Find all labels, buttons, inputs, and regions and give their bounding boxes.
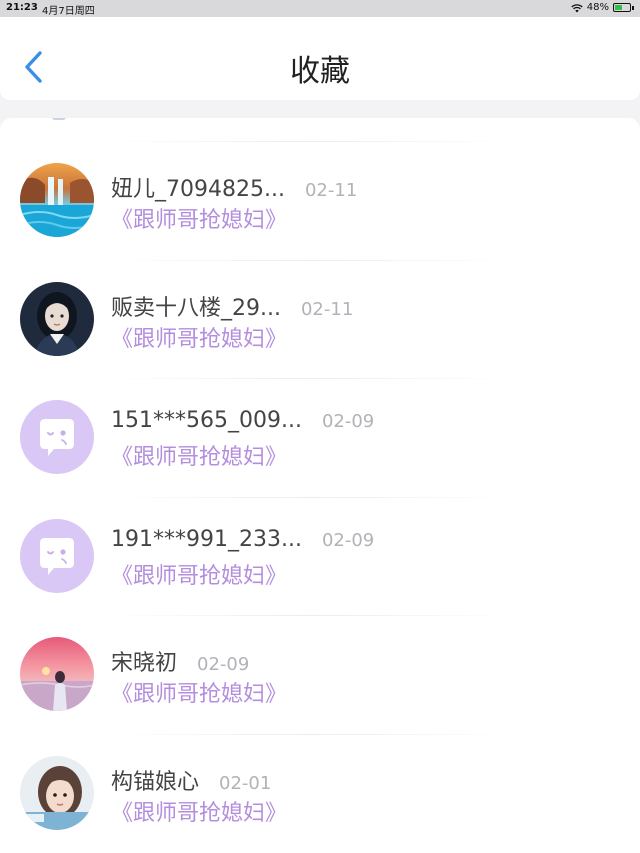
status-date: 4月7日周四 (42, 6, 95, 17)
page-title: 收藏 (290, 54, 350, 89)
book-title-link[interactable]: 《跟师哥抢媳妇》 (111, 439, 287, 471)
favorite-date: 02-09 (321, 411, 375, 432)
favorite-date: 02-01 (219, 772, 272, 794)
book-title-link[interactable]: 《跟师哥抢媳妇》 (111, 202, 287, 234)
user-name: 妞儿_7094825... (111, 177, 285, 202)
item-divider (110, 378, 510, 379)
favorite-list-item[interactable]: 191***991_233... 02-09 《跟师哥抢媳妇》 (0, 474, 640, 593)
user-name: 宋晓初 (111, 651, 178, 676)
favorite-date: 02-11 (304, 180, 358, 201)
avatar[interactable] (20, 281, 94, 356)
navigation-bar: 收藏 (0, 17, 640, 100)
user-name: 191***991_233... (111, 526, 302, 552)
favorite-list-item[interactable]: 构锚娘心 02-01 《跟师哥抢媳妇》 (0, 711, 640, 830)
favorite-list-item[interactable]: 宋晓初 02-09 《跟师哥抢媳妇》 (0, 592, 640, 711)
favorite-date: 02-11 (300, 298, 354, 320)
battery-cap (632, 5, 634, 10)
avatar[interactable] (20, 518, 94, 593)
user-name: 151***565_009... (111, 408, 302, 433)
favorites-list: 妞儿_7094825... 02-11 《跟师哥抢媳妇》 贩卖十八楼_29... 02… (0, 118, 640, 853)
name-row: 妞儿_7094825... 02-11 (111, 171, 357, 203)
avatar[interactable] (20, 755, 94, 830)
favorite-date: 02-09 (197, 654, 250, 675)
user-name: 贩卖十八楼_29... (111, 295, 281, 321)
avatar[interactable] (20, 400, 94, 474)
item-divider (110, 259, 510, 261)
status-indicators: 48% (571, 2, 634, 13)
book-title-link[interactable]: 《跟师哥抢媳妇》 (111, 676, 287, 708)
book-title-link[interactable]: 《跟师哥抢媳妇》 (111, 795, 287, 827)
avatar[interactable] (20, 637, 94, 711)
item-divider (110, 733, 510, 735)
avatar[interactable] (20, 163, 94, 237)
battery-charging-icon (613, 3, 631, 12)
favorite-list-item[interactable]: 151***565_009... 02-09 《跟师哥抢媳妇》 (0, 355, 640, 474)
name-row: 宋晓初 02-09 (111, 645, 249, 677)
book-title-link[interactable]: 《跟师哥抢媳妇》 (111, 558, 287, 590)
item-divider (110, 615, 510, 616)
battery-percent: 48% (586, 2, 609, 13)
name-row: 构锚娘心 02-01 (111, 764, 271, 796)
favorite-date: 02-09 (321, 529, 375, 551)
book-title-link[interactable]: 《跟师哥抢媳妇》 (111, 321, 287, 353)
name-row: 151***565_009... 02-09 (111, 408, 374, 433)
user-name: 构锚娘心 (111, 769, 200, 795)
name-row: 贩卖十八楼_29... 02-11 (111, 290, 353, 322)
item-divider (110, 496, 510, 498)
wifi-icon (571, 3, 583, 12)
favorite-list-item[interactable]: 妞儿_7094825... 02-11 《跟师哥抢媳妇》 (0, 118, 640, 237)
status-bar: 21:23 4月7日周四 48% (0, 0, 640, 17)
status-time: 21:23 (6, 2, 38, 13)
favorite-list-item[interactable]: 贩卖十八楼_29... 02-11 《跟师哥抢媳妇》 (0, 237, 640, 356)
name-row: 191***991_233... 02-09 (111, 527, 374, 552)
item-divider (110, 141, 510, 142)
